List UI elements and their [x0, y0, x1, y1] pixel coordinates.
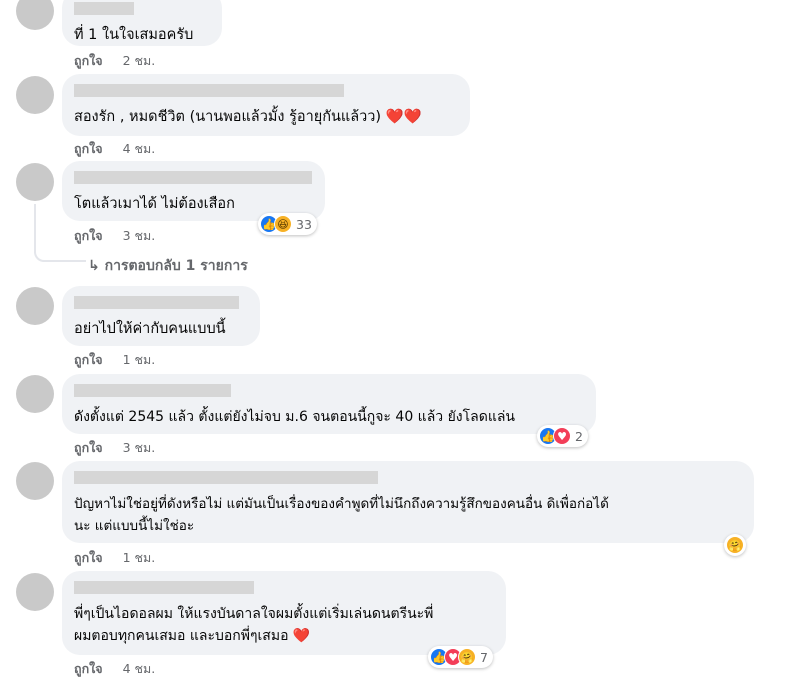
- like-button[interactable]: ถูกใจ: [74, 226, 103, 246]
- like-button[interactable]: ถูกใจ: [74, 659, 103, 679]
- comment-time[interactable]: 2 ชม.: [123, 51, 156, 71]
- reaction-count: 33: [296, 216, 312, 232]
- redacted-author-name[interactable]: [74, 296, 239, 309]
- like-button[interactable]: ถูกใจ: [74, 51, 103, 71]
- comment-time[interactable]: 3 ชม.: [123, 438, 156, 458]
- love-reaction-icon: ♥: [553, 427, 571, 445]
- redacted-author-name[interactable]: [74, 2, 134, 15]
- comment-bubble: อย่าไปให้ค่ากับคนแบบนี้: [62, 286, 260, 346]
- redacted-author-name[interactable]: [74, 384, 231, 397]
- avatar[interactable]: [16, 287, 54, 325]
- like-button[interactable]: ถูกใจ: [74, 350, 103, 370]
- redacted-author-name[interactable]: [74, 471, 378, 484]
- comment-text: โตแล้วเมาได้ ไม่ต้องเสือก: [74, 196, 235, 212]
- avatar[interactable]: [16, 462, 54, 500]
- comment-actions: ถูกใจ 4 ชม.: [74, 659, 155, 679]
- redacted-author-name[interactable]: [74, 581, 254, 594]
- comment-text: สองรัก , หมดชีวิต (นานพอแล้วมั้ง รู้อายุ…: [74, 109, 422, 125]
- comment-actions: ถูกใจ 1 ชม.: [74, 350, 155, 370]
- comment-bubble: ที่ 1 ในใจเสมอครับ: [62, 0, 222, 46]
- avatar[interactable]: [16, 375, 54, 413]
- reaction-summary[interactable]: 👍 😆 33: [258, 213, 317, 235]
- comment-time[interactable]: 3 ชม.: [123, 226, 156, 246]
- comment-actions: ถูกใจ 2 ชม.: [74, 51, 155, 71]
- haha-reaction-icon: 😆: [274, 215, 292, 233]
- comment-text: ปัญหาไม่ใช่อยู่ที่ดังหรือไม่ แต่มันเป็นเ…: [74, 496, 609, 534]
- reaction-count: 7: [480, 649, 488, 665]
- reply-thread-line: [34, 204, 36, 248]
- comment-bubble: ดังตั้งแต่ 2545 แล้ว ตั้งแต่ยังไม่จบ ม.6…: [62, 374, 596, 434]
- comment-actions: ถูกใจ 4 ชม.: [74, 139, 155, 159]
- like-button[interactable]: ถูกใจ: [74, 139, 103, 159]
- comment-bubble: พี่ๆเป็นไอดอลผม ให้แรงบันดาลใจผมตั้งแต่เ…: [62, 571, 506, 655]
- view-replies-link[interactable]: ↳ การตอบกลับ 1 รายการ: [88, 255, 248, 277]
- comment-time[interactable]: 1 ชม.: [123, 350, 156, 370]
- comment-actions: ถูกใจ 3 ชม.: [74, 438, 155, 458]
- comment-bubble: ปัญหาไม่ใช่อยู่ที่ดังหรือไม่ แต่มันเป็นเ…: [62, 461, 754, 543]
- reaction-summary[interactable]: 👍 ♥ 2: [537, 425, 588, 447]
- comment-bubble: โตแล้วเมาได้ ไม่ต้องเสือก: [62, 161, 325, 221]
- avatar[interactable]: [16, 163, 54, 201]
- avatar[interactable]: [16, 76, 54, 114]
- redacted-author-name[interactable]: [74, 171, 312, 184]
- comment-text: ที่ 1 ในใจเสมอครับ: [74, 27, 194, 43]
- reply-thread-corner: [34, 246, 86, 262]
- reaction-count: 2: [575, 428, 583, 444]
- avatar[interactable]: [16, 573, 54, 611]
- comment-time[interactable]: 4 ชม.: [123, 659, 156, 679]
- redacted-author-name[interactable]: [74, 84, 344, 97]
- comment-actions: ถูกใจ 1 ชม.: [74, 548, 155, 568]
- comment-text: พี่ๆเป็นไอดอลผม ให้แรงบันดาลใจผมตั้งแต่เ…: [74, 606, 434, 644]
- care-reaction-icon: 🤗: [458, 648, 476, 666]
- comment-text: ดังตั้งแต่ 2545 แล้ว ตั้งแต่ยังไม่จบ ม.6…: [74, 409, 515, 425]
- comment-text: อย่าไปให้ค่ากับคนแบบนี้: [74, 321, 226, 337]
- care-reaction-icon: 🤗: [726, 536, 744, 554]
- avatar[interactable]: [16, 0, 54, 30]
- reaction-summary[interactable]: 🤗: [724, 534, 746, 556]
- comment-time[interactable]: 1 ชม.: [123, 548, 156, 568]
- reaction-summary[interactable]: 👍 ♥ 🤗 7: [428, 646, 493, 668]
- like-button[interactable]: ถูกใจ: [74, 548, 103, 568]
- comment-time[interactable]: 4 ชม.: [123, 139, 156, 159]
- like-button[interactable]: ถูกใจ: [74, 438, 103, 458]
- comment-actions: ถูกใจ 3 ชม.: [74, 226, 155, 246]
- comment-bubble: สองรัก , หมดชีวิต (นานพอแล้วมั้ง รู้อายุ…: [62, 74, 470, 136]
